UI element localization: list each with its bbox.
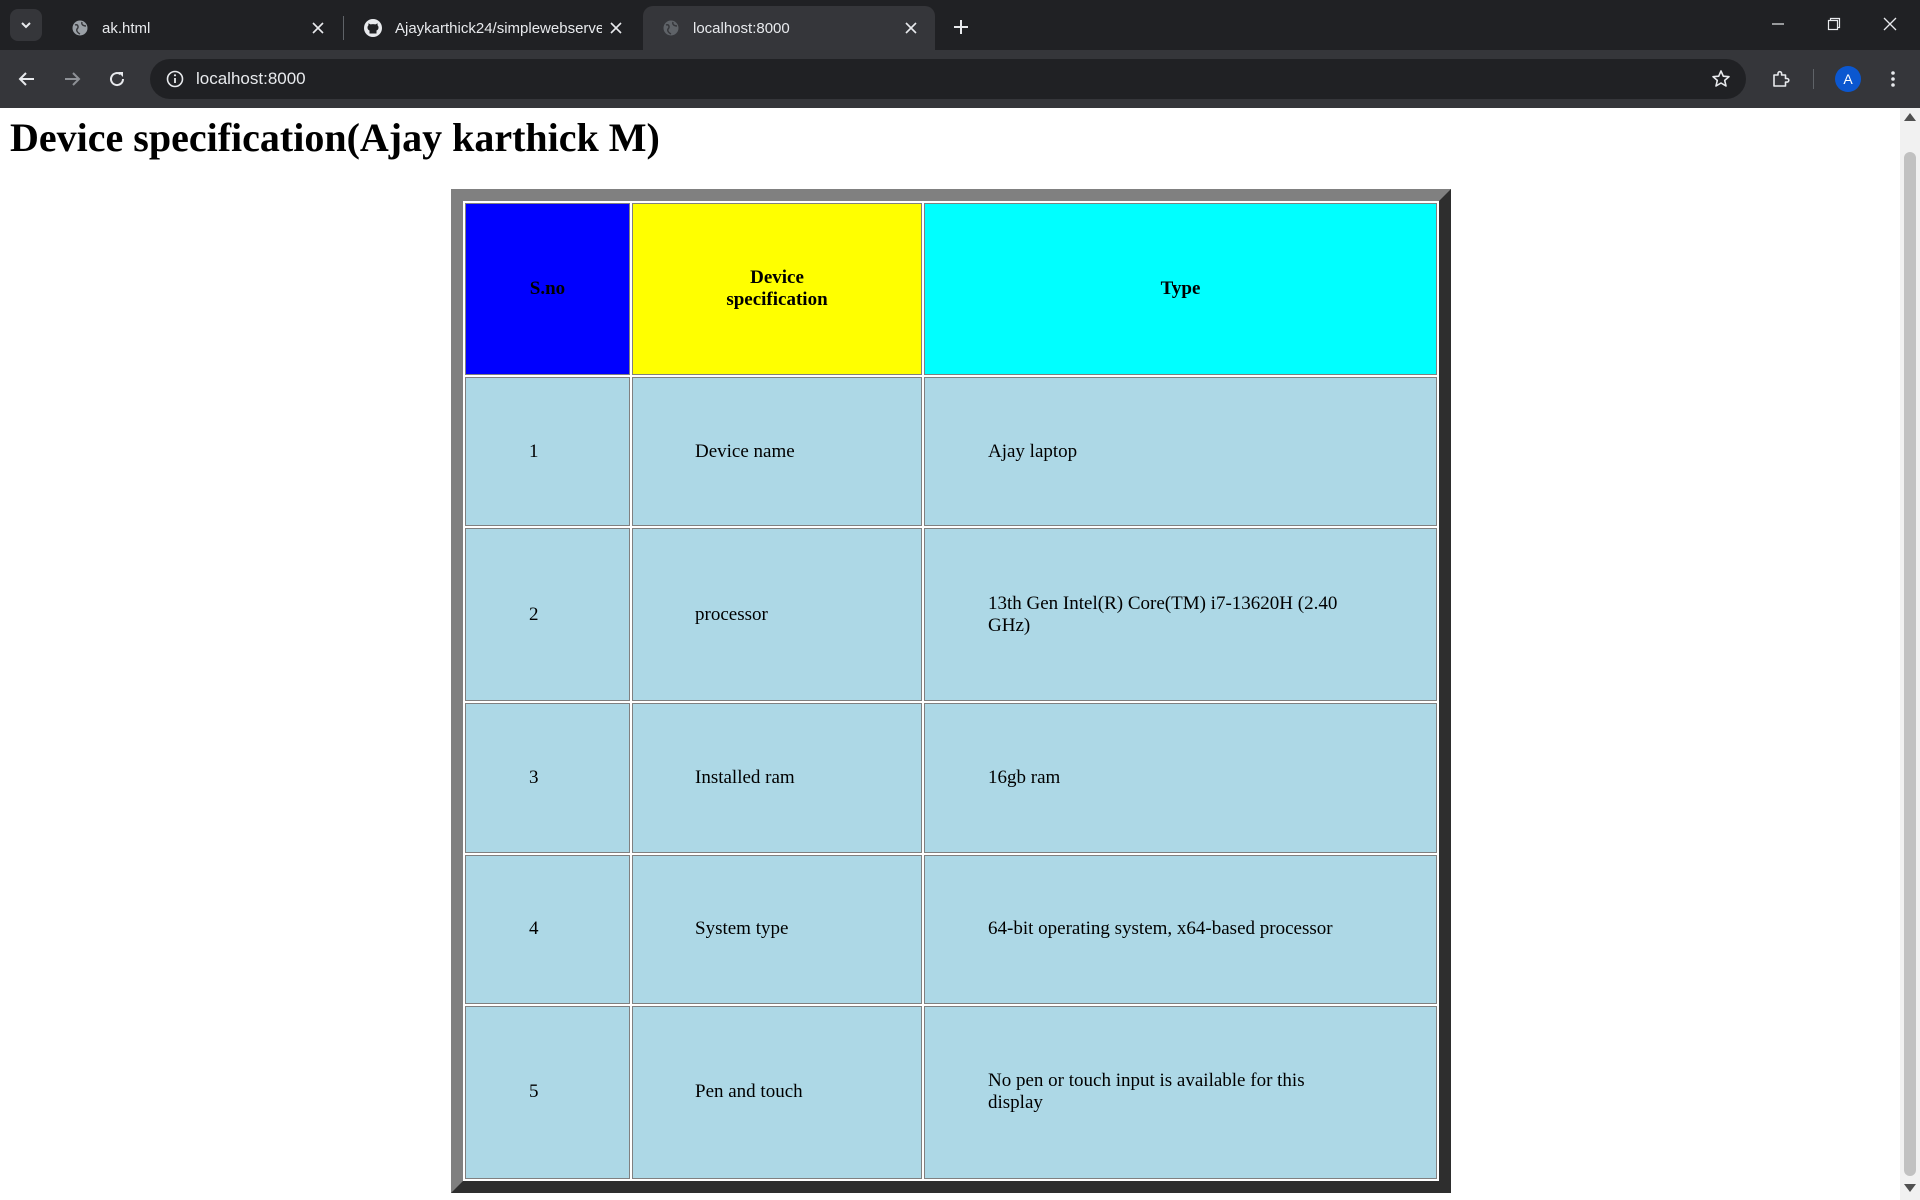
- scroll-down-arrow-icon[interactable]: [1904, 1184, 1916, 1192]
- cell-sno: 5: [465, 1005, 630, 1179]
- cell-spec: System type: [632, 854, 922, 1004]
- reload-button[interactable]: [100, 62, 134, 96]
- minimize-icon: [1772, 23, 1784, 25]
- restore-icon: [1827, 17, 1841, 31]
- new-tab-button[interactable]: [944, 10, 978, 44]
- kebab-menu-icon: [1891, 71, 1895, 87]
- close-tab-icon[interactable]: [304, 14, 332, 42]
- arrow-left-icon: [18, 72, 34, 86]
- bookmark-star-icon[interactable]: [1706, 64, 1736, 94]
- cell-type: 16gb ram: [924, 703, 1437, 853]
- toolbar-divider: [1813, 69, 1814, 89]
- cell-sno: 3: [465, 703, 630, 853]
- address-bar[interactable]: localhost:8000: [150, 59, 1746, 99]
- spec-table: S.no Device specification Type 1 Device …: [463, 201, 1439, 1181]
- reload-icon: [110, 72, 125, 87]
- tab-github[interactable]: Ajaykarthick24/simplewebserver: [345, 6, 640, 50]
- tab-title: ak.html: [102, 19, 151, 37]
- cell-spec: Installed ram: [632, 703, 922, 853]
- cell-sno: 4: [465, 854, 630, 1004]
- table-row: 3 Installed ram 16gb ram: [465, 703, 1437, 853]
- cell-sno: 1: [465, 377, 630, 527]
- avatar[interactable]: A: [1835, 66, 1861, 92]
- table-row: 5 Pen and touch No pen or touch input is…: [465, 1005, 1437, 1179]
- page-title: Device specification(Ajay karthick M): [10, 115, 660, 160]
- table-row: 4 System type 64-bit operating system, x…: [465, 854, 1437, 1004]
- header-type: Type: [924, 203, 1437, 375]
- tab-search-button[interactable]: [10, 9, 42, 41]
- url-text[interactable]: localhost:8000: [196, 59, 306, 99]
- tab-ak-html[interactable]: ak.html: [52, 6, 342, 50]
- cell-spec: processor: [632, 528, 922, 702]
- close-icon: [1883, 17, 1897, 31]
- cell-type: 64-bit operating system, x64-based proce…: [924, 854, 1437, 1004]
- arrow-right-icon: [65, 72, 81, 86]
- tab-strip: ak.html Ajaykarthick24/simplewebserver l…: [0, 0, 1920, 50]
- cell-type: Ajay laptop: [924, 377, 1437, 527]
- minimize-button[interactable]: [1750, 0, 1806, 48]
- cell-type: 13th Gen Intel(R) Core(TM) i7-13620H (2.…: [924, 528, 1437, 702]
- page-scrollbar[interactable]: [1900, 108, 1920, 1200]
- cell-sno: 2: [465, 528, 630, 702]
- page-content: Device specification(Ajay karthick M) S.…: [0, 108, 1900, 1200]
- table-row: 2 processor 13th Gen Intel(R) Core(TM) i…: [465, 528, 1437, 702]
- plus-icon: [954, 20, 968, 34]
- header-sno: S.no: [465, 203, 630, 375]
- github-icon: [363, 18, 383, 38]
- globe-icon: [70, 18, 90, 38]
- close-window-button[interactable]: [1862, 0, 1918, 48]
- back-button[interactable]: [10, 62, 44, 96]
- header-device-specification: Device specification: [632, 203, 922, 375]
- header-label: Device specification: [726, 267, 828, 310]
- scrollbar-thumb[interactable]: [1904, 152, 1916, 1176]
- table-row: 1 Device name Ajay laptop: [465, 377, 1437, 527]
- extensions-button[interactable]: [1764, 62, 1798, 96]
- scroll-up-arrow-icon[interactable]: [1904, 113, 1916, 121]
- table-header-row: S.no Device specification Type: [465, 203, 1437, 375]
- forward-button[interactable]: [55, 62, 89, 96]
- close-tab-icon[interactable]: [897, 14, 925, 42]
- restore-button[interactable]: [1806, 0, 1862, 48]
- tab-title: Ajaykarthick24/simplewebserver: [395, 19, 602, 37]
- menu-button[interactable]: [1876, 62, 1910, 96]
- tab-title: localhost:8000: [693, 19, 790, 37]
- info-icon[interactable]: [160, 64, 190, 94]
- chevron-down-icon: [21, 22, 31, 29]
- cell-type: No pen or touch input is available for t…: [924, 1005, 1437, 1179]
- tab-localhost[interactable]: localhost:8000: [643, 6, 935, 50]
- close-tab-icon[interactable]: [602, 14, 630, 42]
- cell-spec: Device name: [632, 377, 922, 527]
- puzzle-icon: [1773, 70, 1790, 87]
- spec-table-frame: S.no Device specification Type 1 Device …: [451, 189, 1451, 1193]
- cell-spec: Pen and touch: [632, 1005, 922, 1179]
- globe-icon: [661, 18, 681, 38]
- browser-toolbar: localhost:8000 A: [0, 50, 1920, 108]
- tab-separator: [343, 16, 344, 40]
